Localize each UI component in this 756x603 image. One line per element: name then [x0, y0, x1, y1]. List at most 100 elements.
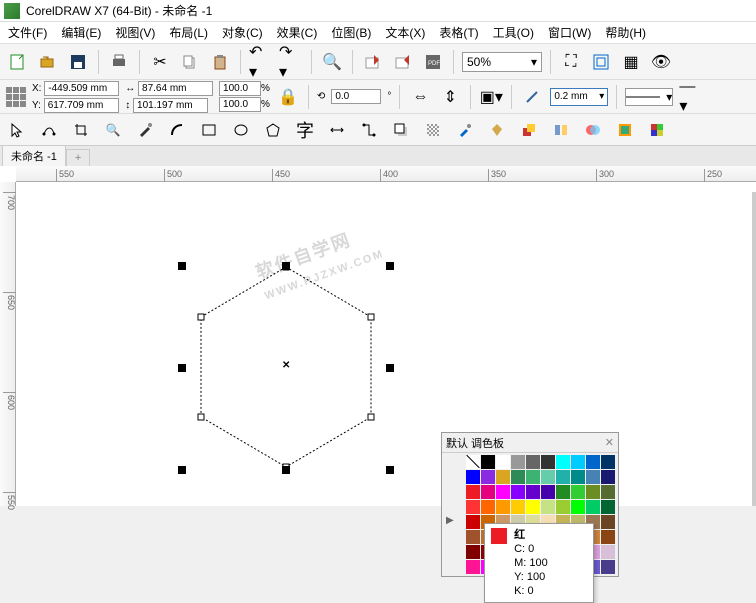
- new-button[interactable]: [6, 50, 30, 74]
- undo-button[interactable]: ↶ ▾: [249, 50, 273, 74]
- color-swatch[interactable]: [601, 455, 615, 469]
- color-swatch[interactable]: [466, 485, 480, 499]
- print-button[interactable]: [107, 50, 131, 74]
- color-swatch[interactable]: [511, 470, 525, 484]
- rotation-input[interactable]: [331, 89, 381, 104]
- color-swatch[interactable]: [526, 485, 540, 499]
- color-swatch[interactable]: [586, 485, 600, 499]
- artistic-media-tool[interactable]: [166, 119, 188, 141]
- color-eyedropper-tool[interactable]: [454, 119, 476, 141]
- color-swatch[interactable]: [511, 485, 525, 499]
- transparency-tool[interactable]: [422, 119, 444, 141]
- color-swatch[interactable]: [481, 485, 495, 499]
- preview-button[interactable]: 👁: [649, 50, 673, 74]
- color-swatch[interactable]: [481, 500, 495, 514]
- color-swatch[interactable]: [466, 530, 480, 544]
- color-swatch[interactable]: [481, 470, 495, 484]
- mirror-v-button[interactable]: ⇕: [438, 85, 462, 109]
- color-swatch[interactable]: [466, 515, 480, 529]
- color-swatch[interactable]: [496, 500, 510, 514]
- x-position-input[interactable]: [44, 81, 119, 96]
- save-button[interactable]: [66, 50, 90, 74]
- open-button[interactable]: [36, 50, 60, 74]
- drop-shadow-tool[interactable]: [390, 119, 412, 141]
- shape-tool[interactable]: [38, 119, 60, 141]
- fullscreen-button[interactable]: ⛶: [559, 50, 583, 74]
- export-button[interactable]: [391, 50, 415, 74]
- options-tool[interactable]: [614, 119, 636, 141]
- zoom-level-input[interactable]: 50%▾: [462, 52, 542, 72]
- tab-document[interactable]: 未命名 -1: [2, 145, 66, 166]
- color-swatch[interactable]: [601, 485, 615, 499]
- pick-tool[interactable]: [6, 119, 28, 141]
- color-swatch[interactable]: [556, 485, 570, 499]
- color-swatch[interactable]: [571, 470, 585, 484]
- color-swatch[interactable]: [496, 470, 510, 484]
- height-input[interactable]: [133, 98, 208, 113]
- selected-hexagon-object[interactable]: ✕: [186, 252, 386, 485]
- color-swatch[interactable]: [466, 560, 480, 574]
- show-grid-button[interactable]: ▦: [619, 50, 643, 74]
- interactive-fill-tool[interactable]: [486, 119, 508, 141]
- menu-item[interactable]: 位图(B): [331, 24, 371, 41]
- color-swatch[interactable]: [571, 485, 585, 499]
- color-swatch[interactable]: [541, 455, 555, 469]
- freehand-tool[interactable]: [134, 119, 156, 141]
- show-rulers-button[interactable]: [589, 50, 613, 74]
- menu-item[interactable]: 窗口(W): [548, 24, 591, 41]
- order-button[interactable]: ▣▾: [479, 85, 503, 109]
- align-tool[interactable]: [550, 119, 572, 141]
- copy-button[interactable]: [178, 50, 202, 74]
- menu-item[interactable]: 对象(C): [222, 24, 263, 41]
- canvas[interactable]: 软件自学网WWW.RJZXW.COM ✕: [16, 182, 756, 506]
- scale-x-input[interactable]: [219, 81, 261, 96]
- color-swatch[interactable]: [586, 500, 600, 514]
- menu-item[interactable]: 效果(C): [277, 24, 318, 41]
- color-swatch[interactable]: [466, 455, 480, 469]
- outline-pen-icon[interactable]: [520, 85, 544, 109]
- cut-button[interactable]: ✂: [148, 50, 172, 74]
- outline-width-input[interactable]: 0.2 mm▾: [550, 88, 608, 106]
- menu-item[interactable]: 表格(T): [439, 24, 478, 41]
- zoom-tool[interactable]: 🔍: [102, 119, 124, 141]
- publish-pdf-button[interactable]: PDF: [421, 50, 445, 74]
- tab-new[interactable]: +: [66, 149, 90, 166]
- color-swatch[interactable]: [526, 470, 540, 484]
- color-swatch[interactable]: [601, 500, 615, 514]
- connector-tool[interactable]: [358, 119, 380, 141]
- redo-button[interactable]: ↷ ▾: [279, 50, 303, 74]
- parallel-dim-tool[interactable]: [326, 119, 348, 141]
- y-position-input[interactable]: [44, 98, 119, 113]
- color-swatch[interactable]: [496, 485, 510, 499]
- weld-tool[interactable]: [582, 119, 604, 141]
- width-input[interactable]: [138, 81, 213, 96]
- color-swatch[interactable]: [601, 515, 615, 529]
- lock-ratio-button[interactable]: 🔒: [276, 85, 300, 109]
- color-swatch[interactable]: [466, 470, 480, 484]
- color-swatch[interactable]: [601, 470, 615, 484]
- text-tool[interactable]: 字: [294, 119, 316, 141]
- palette-scroll-icon[interactable]: ▶: [446, 515, 454, 526]
- scale-y-input[interactable]: [219, 97, 261, 112]
- color-swatch[interactable]: [541, 485, 555, 499]
- menu-item[interactable]: 文件(F): [8, 24, 47, 41]
- color-swatch[interactable]: [601, 530, 615, 544]
- menu-item[interactable]: 布局(L): [169, 24, 208, 41]
- rectangle-tool[interactable]: [198, 119, 220, 141]
- color-swatch[interactable]: [526, 455, 540, 469]
- color-swatch[interactable]: [466, 500, 480, 514]
- line-style-select[interactable]: ▾: [625, 88, 673, 106]
- menu-item[interactable]: 编辑(E): [61, 24, 101, 41]
- color-dock-tool[interactable]: [646, 119, 668, 141]
- palette-close-button[interactable]: ✕: [605, 436, 614, 449]
- crop-tool[interactable]: [70, 119, 92, 141]
- color-swatch[interactable]: [556, 455, 570, 469]
- color-swatch[interactable]: [541, 500, 555, 514]
- menu-item[interactable]: 工具(O): [493, 24, 534, 41]
- color-swatch[interactable]: [586, 470, 600, 484]
- color-swatch[interactable]: [556, 470, 570, 484]
- color-swatch[interactable]: [601, 560, 615, 574]
- object-origin-icon[interactable]: [6, 87, 26, 107]
- polygon-tool[interactable]: [262, 119, 284, 141]
- smart-fill-tool[interactable]: [518, 119, 540, 141]
